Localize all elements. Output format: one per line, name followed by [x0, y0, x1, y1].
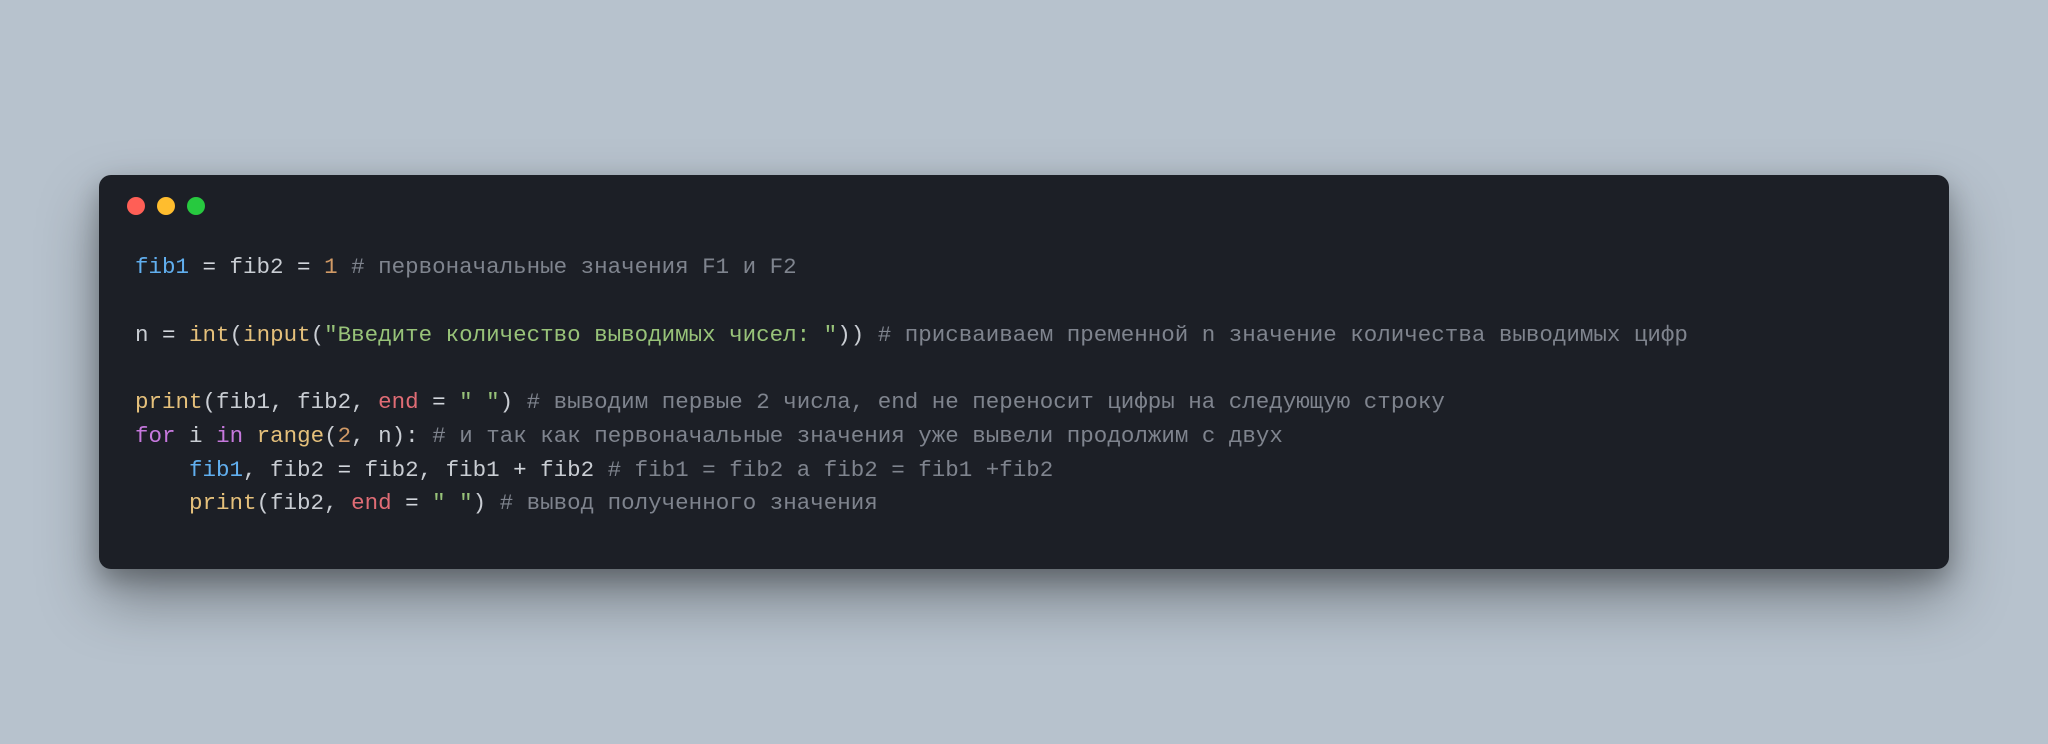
code-comment: # выводим первые 2 числа, end не перенос…: [527, 389, 1445, 415]
code-keyword: for: [135, 423, 176, 449]
code-variable: n: [135, 322, 149, 348]
code-variable: fib1: [216, 389, 270, 415]
code-punct: ): [500, 389, 514, 415]
code-number: 2: [338, 423, 352, 449]
code-builtin: print: [135, 389, 203, 415]
code-number: 1: [324, 254, 338, 280]
code-space: [243, 423, 257, 449]
close-icon[interactable]: [127, 197, 145, 215]
code-variable: fib1: [135, 254, 189, 280]
code-builtin: print: [189, 490, 257, 516]
code-keyword: in: [216, 423, 243, 449]
code-variable: fib2: [230, 254, 284, 280]
code-punct: ,: [419, 457, 446, 483]
code-operator: =: [189, 254, 230, 280]
code-kwarg: end: [351, 490, 392, 516]
code-variable: fib1: [189, 457, 243, 483]
code-block[interactable]: fib1 = fib2 = 1 # первоначальные значени…: [99, 215, 1949, 569]
code-string: " ": [432, 490, 473, 516]
code-operator: =: [392, 490, 433, 516]
code-punct: )): [837, 322, 864, 348]
code-comment: # первоначальные значения F1 и F2: [351, 254, 797, 280]
code-indent: [135, 457, 189, 483]
code-string: "Введите количество выводимых чисел: ": [324, 322, 837, 348]
maximize-icon[interactable]: [187, 197, 205, 215]
code-comment: # fib1 = fib2 а fib2 = fib1 +fib2: [608, 457, 1054, 483]
code-operator: =: [419, 389, 460, 415]
code-punct: (: [324, 423, 338, 449]
code-space: [486, 490, 500, 516]
code-indent: [135, 490, 189, 516]
code-string: " ": [459, 389, 500, 415]
code-punct: (: [257, 490, 271, 516]
code-builtin: range: [257, 423, 325, 449]
code-punct: (: [230, 322, 244, 348]
code-space: [419, 423, 433, 449]
code-space: [594, 457, 608, 483]
code-variable: i: [189, 423, 203, 449]
window-titlebar: [99, 175, 1949, 215]
code-punct: ):: [392, 423, 419, 449]
code-comment: # и так как первоначальные значения уже …: [432, 423, 1283, 449]
code-comment: # присваиваем пременной n значение колич…: [878, 322, 1688, 348]
code-space: [338, 254, 352, 280]
code-variable: fib1: [446, 457, 500, 483]
code-variable: fib2: [270, 490, 324, 516]
code-punct: (: [311, 322, 325, 348]
code-operator: =: [149, 322, 190, 348]
code-space: [176, 423, 190, 449]
code-punct: ,: [351, 423, 378, 449]
code-variable: fib2: [365, 457, 419, 483]
code-punct: ,: [351, 389, 378, 415]
code-punct: ,: [324, 490, 351, 516]
code-window: fib1 = fib2 = 1 # первоначальные значени…: [99, 175, 1949, 569]
minimize-icon[interactable]: [157, 197, 175, 215]
code-punct: ): [473, 490, 487, 516]
code-operator: =: [284, 254, 325, 280]
code-variable: fib2: [540, 457, 594, 483]
code-punct: (: [203, 389, 217, 415]
code-comment: # вывод полученного значения: [500, 490, 878, 516]
code-punct: ,: [243, 457, 270, 483]
code-builtin: int: [189, 322, 230, 348]
code-variable: fib2: [297, 389, 351, 415]
code-kwarg: end: [378, 389, 419, 415]
code-builtin: input: [243, 322, 311, 348]
code-space: [864, 322, 878, 348]
code-variable: fib2: [270, 457, 324, 483]
code-operator: +: [500, 457, 541, 483]
code-space: [203, 423, 217, 449]
code-variable: n: [378, 423, 392, 449]
code-punct: ,: [270, 389, 297, 415]
code-operator: =: [324, 457, 365, 483]
code-space: [513, 389, 527, 415]
